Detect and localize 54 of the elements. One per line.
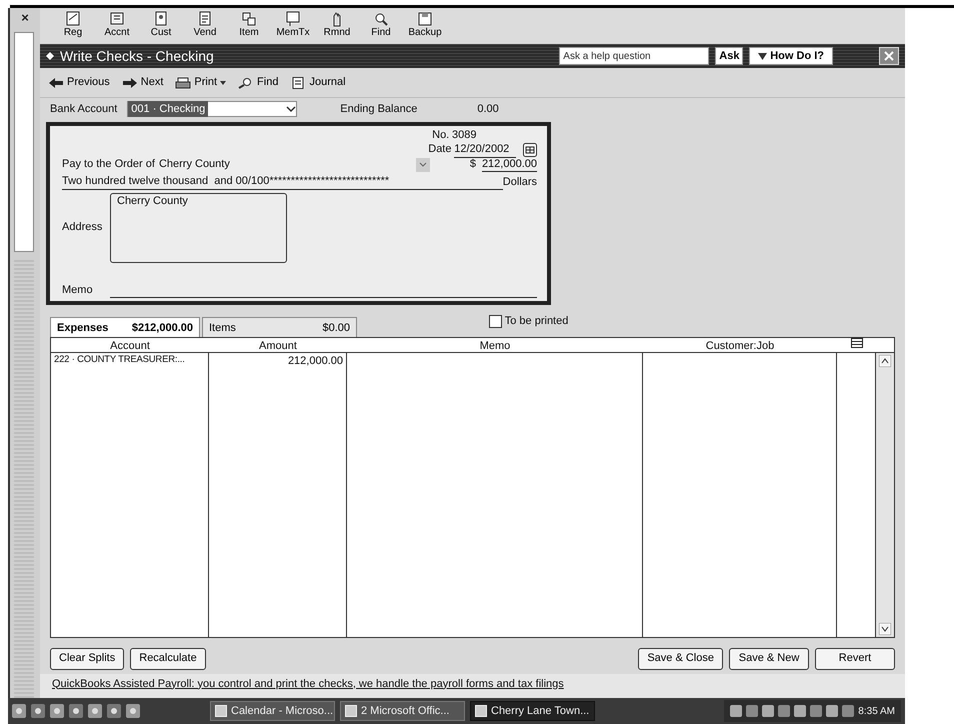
dollar-sign: $ — [470, 158, 476, 172]
clock: 8:35 AM — [858, 704, 895, 718]
field-label: Ending Balance — [340, 102, 418, 117]
taskbar-button[interactable]: Calendar - Microso... — [210, 701, 335, 721]
toolbar-button[interactable]: Previous — [48, 74, 110, 91]
taskbar-button[interactable]: Cherry Lane Town... — [470, 701, 595, 721]
toolbar-button[interactable]: Find — [360, 10, 402, 42]
table-cell-text: 212,000.00 — [286, 354, 344, 369]
toolbar-button[interactable]: Cust — [140, 10, 182, 42]
address-field[interactable]: Cherry County — [110, 192, 287, 262]
toolbar-button[interactable]: Journal — [290, 74, 346, 91]
column-header: Amount — [209, 338, 347, 353]
date-field[interactable]: 12/20/2002 — [454, 142, 516, 158]
field-label: Pay to the Order of — [62, 158, 155, 172]
action-button[interactable]: Revert — [815, 648, 895, 670]
column-header: Account — [51, 338, 209, 353]
action-button[interactable]: Save & Close — [638, 648, 723, 670]
ask-button[interactable]: Ask — [715, 47, 744, 65]
toolbar-button[interactable]: Rmnd — [316, 10, 358, 42]
toolbar-button[interactable]: Find — [238, 74, 278, 91]
toolbar-button[interactable]: Vend — [184, 10, 226, 42]
check-number: 3089 — [452, 129, 478, 143]
account-dropdown[interactable]: 001 · Checking — [127, 101, 298, 117]
field-label: Dollars — [502, 176, 537, 190]
field-label: Memo — [62, 284, 94, 298]
toolbar-button[interactable]: Accnt — [96, 10, 138, 42]
column-header: Memo — [347, 338, 643, 353]
balance-value: 0.00 — [477, 102, 499, 117]
payee-field[interactable]: Cherry County — [158, 158, 416, 172]
checkbox-label: To be printed — [504, 314, 568, 329]
action-button[interactable]: Save & New — [729, 648, 809, 670]
field-label: Bank Account — [50, 102, 118, 117]
help-search-field[interactable]: Ask a help question — [559, 47, 710, 65]
amount-in-words: Two hundred twelve thousand and 00/100**************************** — [62, 175, 503, 190]
toolbar-button[interactable]: Next — [122, 74, 164, 91]
window-title: Write Checks - Checking — [60, 46, 215, 66]
action-button[interactable]: Recalculate — [130, 648, 206, 670]
action-button[interactable]: Clear Splits — [50, 648, 124, 670]
toolbar-button[interactable]: Item — [228, 10, 270, 42]
toolbar-button[interactable]: MemTx — [272, 10, 314, 42]
taskbar-button[interactable]: 2 Microsoft Offic... — [340, 701, 465, 721]
toolbar-button[interactable]: Reg — [52, 10, 94, 42]
field-label: Date — [428, 143, 452, 157]
tab[interactable]: Expenses $212,000.00 — [50, 317, 200, 337]
toolbar-button[interactable]: Print — [175, 74, 226, 91]
field-label: No. — [432, 129, 450, 143]
tab[interactable]: Items $0.00 — [202, 317, 357, 337]
table-cell-text: 222 · COUNTY TREASURER:... — [53, 353, 186, 367]
amount-field[interactable]: 212,000.00 — [482, 158, 537, 172]
field-label: Address — [62, 220, 104, 234]
how-do-i-button[interactable]: How Do I? — [749, 47, 833, 65]
toolbar-button[interactable]: Backup — [404, 10, 446, 42]
column-header: Customer:Job — [643, 338, 837, 353]
close-button[interactable]: × — [10, 8, 40, 28]
